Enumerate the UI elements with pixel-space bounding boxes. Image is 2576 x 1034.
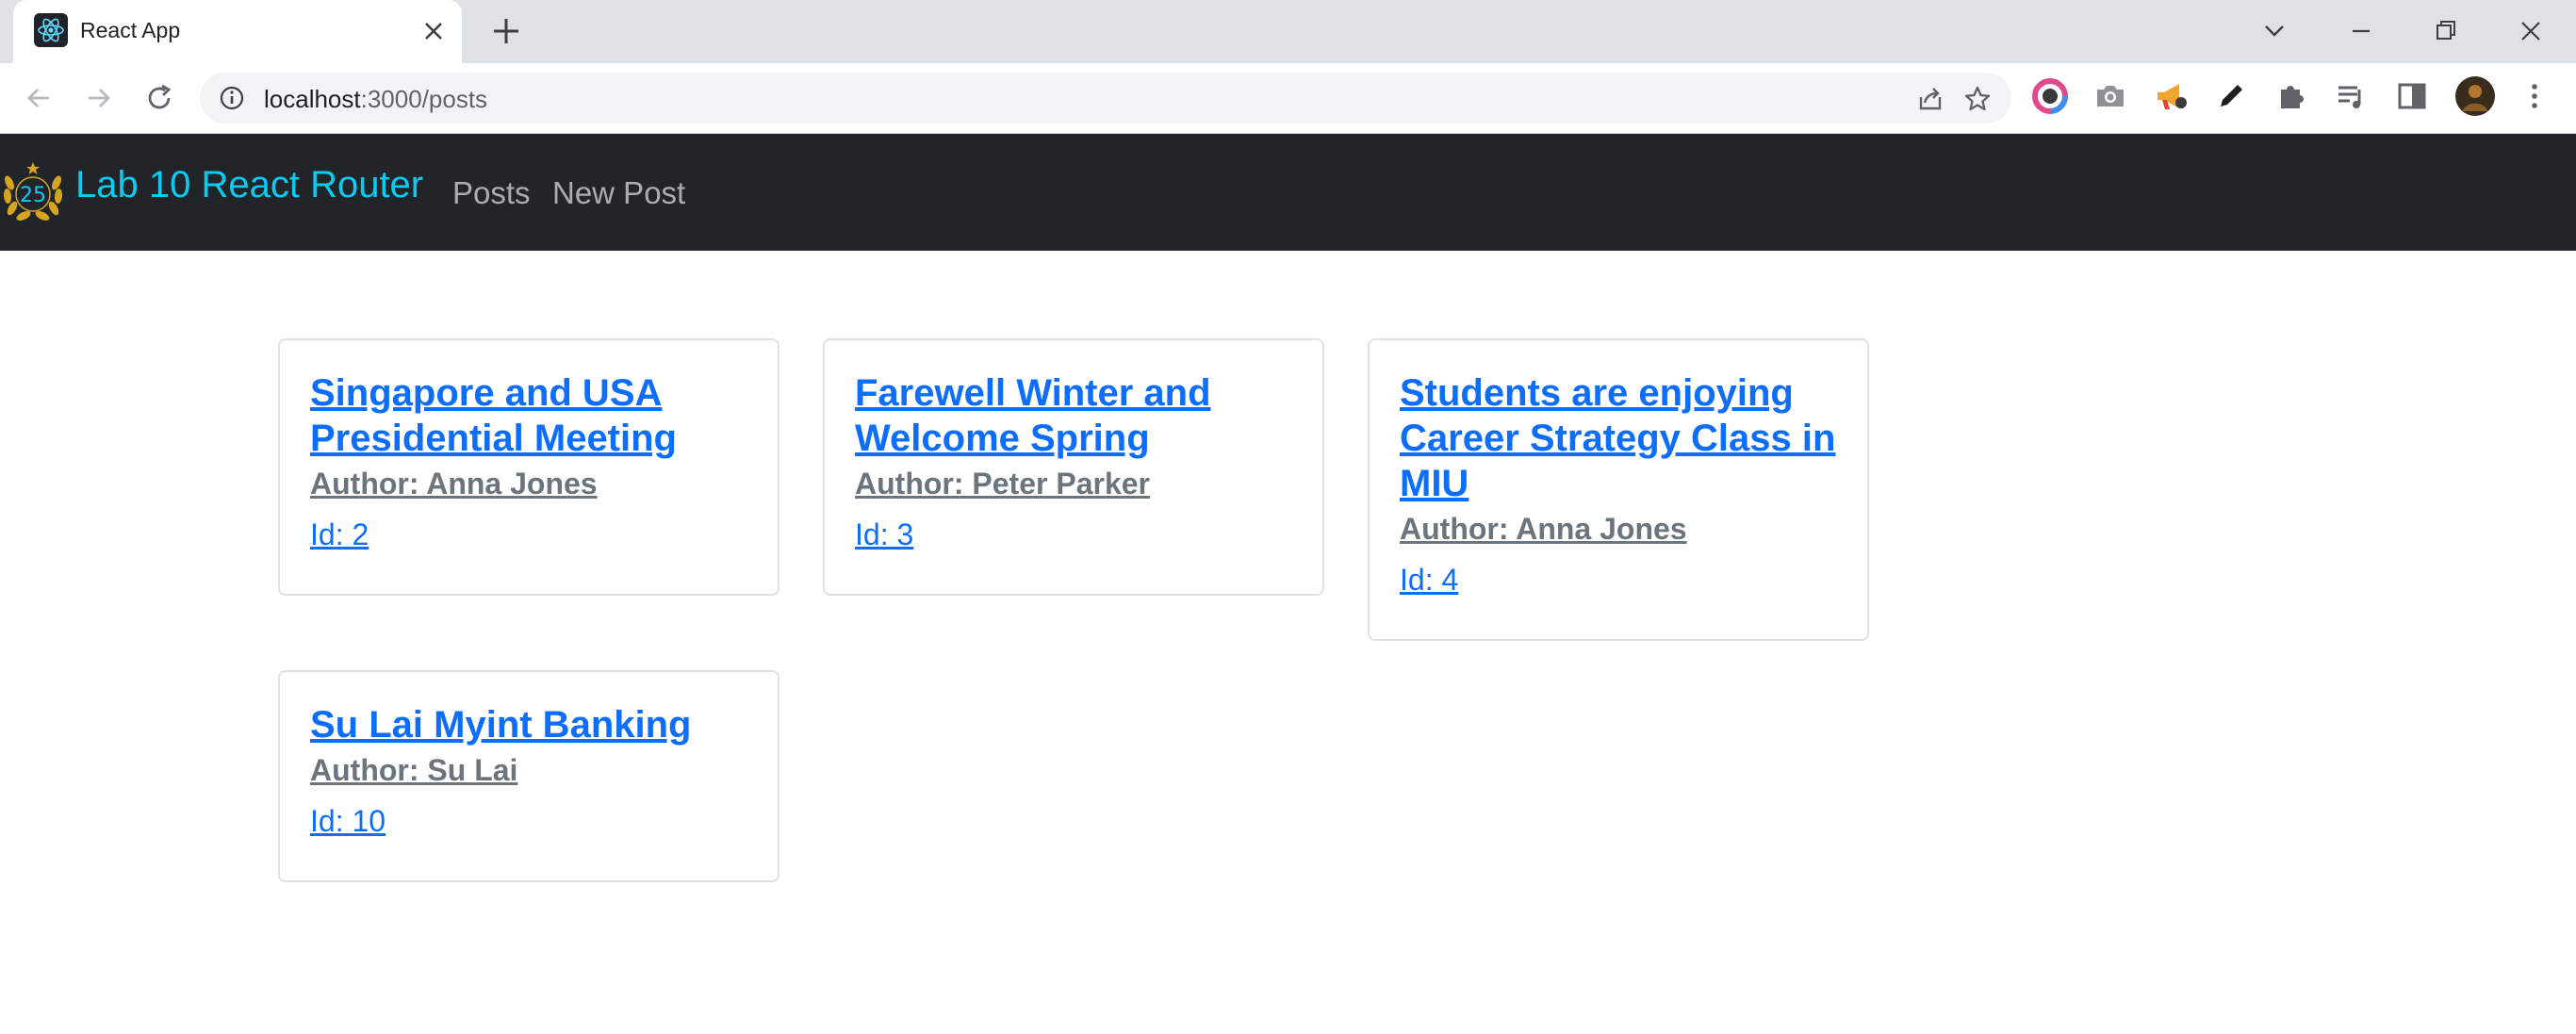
post-title-link[interactable]: Students are enjoying Career Strategy Cl… (1400, 370, 1837, 506)
post-id-link[interactable]: Id: 10 (310, 802, 747, 840)
plus-icon[interactable] (490, 15, 522, 47)
post-card: Su Lai Myint Banking Author: Su Lai Id: … (278, 670, 779, 882)
post-author[interactable]: Author: Su Lai (310, 751, 747, 789)
minimize-icon[interactable] (2341, 11, 2381, 51)
avatar[interactable] (2454, 75, 2496, 117)
pencil-icon[interactable] (2213, 78, 2249, 114)
browser-toolbar: localhost:3000/posts (0, 63, 2576, 134)
anniversary-laurel-logo[interactable]: 25 (0, 155, 66, 224)
tab-title: React App (80, 18, 181, 42)
restore-icon[interactable] (2426, 11, 2466, 51)
browser-tab[interactable]: React App (13, 0, 462, 63)
nav-link-new-post[interactable]: New Post (552, 175, 685, 211)
kebab-menu-icon[interactable] (2517, 78, 2552, 114)
app-navbar: 25 Lab 10 React Router Posts New Post (0, 134, 2576, 251)
url-host: localhost (264, 85, 361, 113)
url-text[interactable]: localhost:3000/posts (264, 85, 487, 114)
close-window-icon[interactable] (2511, 11, 2551, 51)
url-path: :3000/posts (360, 85, 488, 113)
post-author[interactable]: Author: Anna Jones (310, 465, 747, 502)
browser-tabstrip: React App (0, 0, 2576, 63)
star-icon[interactable] (1962, 84, 1993, 114)
post-card: Farewell Winter and Welcome Spring Autho… (823, 338, 1324, 596)
navbar-brand[interactable]: Lab 10 React Router (75, 164, 423, 206)
puzzle-icon[interactable] (2273, 78, 2309, 114)
post-id-link[interactable]: Id: 2 (310, 516, 747, 553)
media-queue-icon[interactable] (2334, 78, 2370, 114)
post-card: Students are enjoying Career Strategy Cl… (1368, 338, 1869, 641)
post-author[interactable]: Author: Anna Jones (1400, 510, 1837, 548)
arrow-left-icon[interactable] (21, 80, 57, 116)
arrow-right-icon[interactable] (81, 80, 117, 116)
logo-number: 25 (20, 184, 46, 207)
share-icon[interactable] (1915, 84, 1945, 114)
post-card: Singapore and USA Presidential Meeting A… (278, 338, 779, 596)
camera-icon[interactable] (2092, 78, 2128, 114)
color-picker-extension-icon[interactable] (2032, 78, 2068, 114)
post-id-link[interactable]: Id: 3 (855, 516, 1292, 553)
nav-link-posts[interactable]: Posts (452, 175, 531, 211)
info-icon[interactable] (219, 85, 245, 111)
post-title-link[interactable]: Singapore and USA Presidential Meeting (310, 370, 747, 461)
side-panel-icon[interactable] (2394, 78, 2430, 114)
close-icon[interactable] (420, 18, 447, 44)
post-id-link[interactable]: Id: 4 (1400, 561, 1837, 599)
megaphone-icon[interactable] (2153, 78, 2189, 114)
address-bar[interactable]: localhost:3000/posts (200, 73, 2011, 123)
post-title-link[interactable]: Su Lai Myint Banking (310, 702, 747, 747)
reload-icon[interactable] (141, 80, 177, 116)
post-title-link[interactable]: Farewell Winter and Welcome Spring (855, 370, 1292, 461)
react-logo-icon (34, 13, 68, 47)
chevron-down-icon[interactable] (2255, 11, 2294, 51)
post-author[interactable]: Author: Peter Parker (855, 465, 1292, 502)
